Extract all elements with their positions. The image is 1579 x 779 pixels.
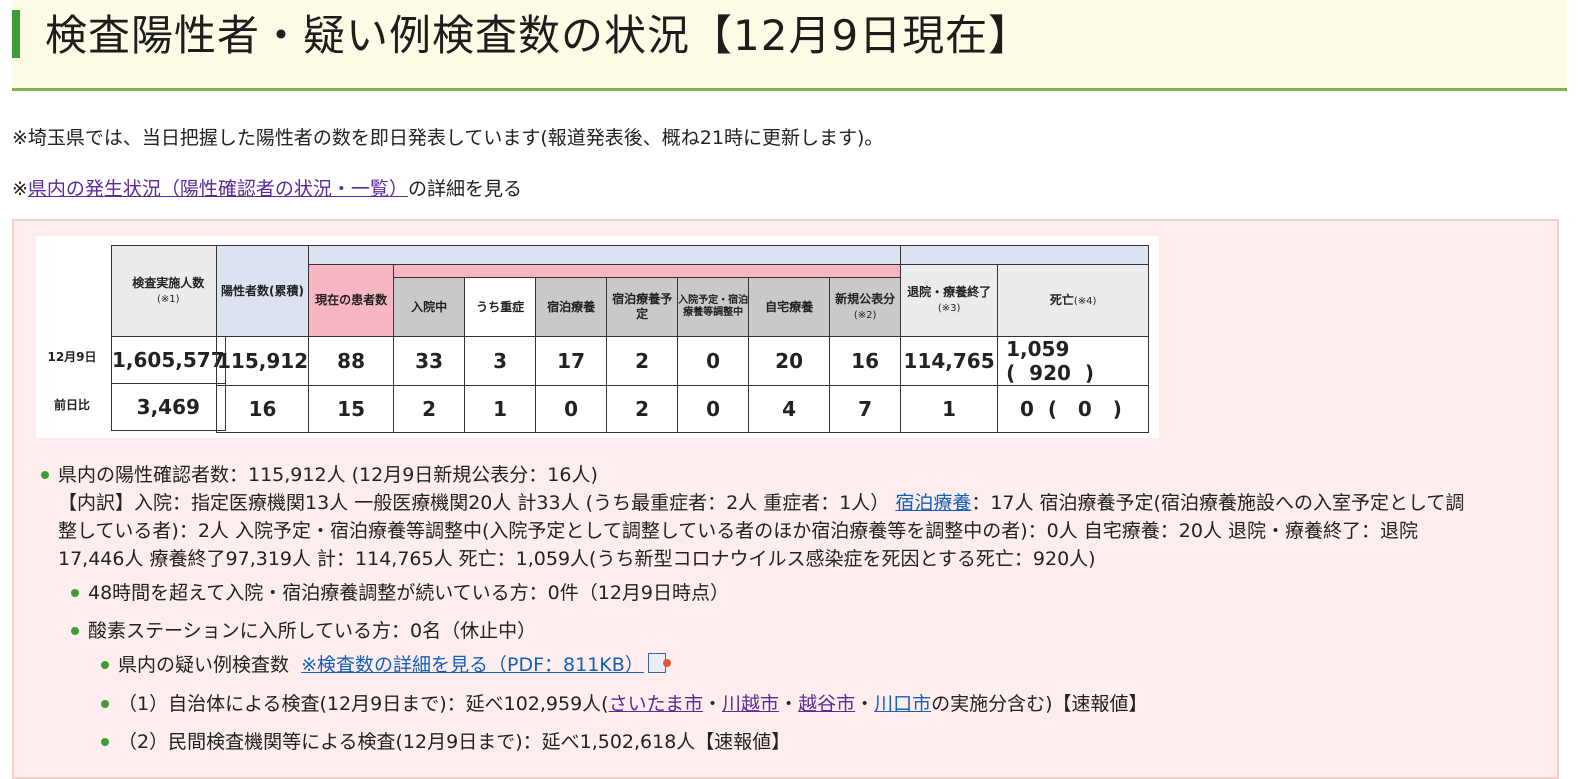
- cell-new: 16: [829, 336, 902, 386]
- header-current-patients: 現在の患者数: [308, 264, 395, 337]
- city-link-koshigaya[interactable]: 越谷市: [798, 693, 855, 715]
- table-row: 16 15 2 1 0 2 0 4 7 1 0 ( 0 ): [215, 385, 1150, 433]
- positive-summary: 県内の陽性確認者数：115,912人 (12月9日新規公表分：16人): [58, 464, 598, 486]
- cell-home-diff: 4: [748, 385, 831, 433]
- header-deaths: 死亡(※4): [997, 264, 1150, 337]
- city-link-kawaguchi[interactable]: 川口市: [874, 693, 931, 715]
- pdf-speaker-icon: [647, 653, 671, 673]
- header-new: 新規公表分 (※2): [829, 277, 902, 337]
- bullet-icon: [101, 661, 109, 669]
- header-positive-total: 陽性者数(累積): [215, 245, 310, 337]
- cell-hotel-planned: 2: [606, 336, 679, 386]
- detail-note-prefix: ※: [12, 178, 28, 200]
- title-accent-bar: [12, 10, 20, 58]
- private-tests: （2）民間検査機関等による検査(12月9日まで)：延べ1,502,618人【速報…: [118, 731, 791, 753]
- waiting-status: 48時間を超えて入院・宿泊療養調整が続いている方：0件（12月9日時点）: [88, 582, 730, 604]
- header-adjusting: 入院予定・宿泊療養等調整中: [677, 277, 750, 337]
- page-title: 検査陽性者・疑い例検査数の状況【12月9日現在】: [45, 11, 1032, 60]
- cell-hotel-diff: 0: [535, 385, 608, 433]
- cell-current: 88: [308, 336, 395, 386]
- hotel-care-link[interactable]: 宿泊療養: [895, 492, 971, 514]
- page-header: 検査陽性者・疑い例検査数の状況【12月9日現在】: [12, 0, 1567, 91]
- row-label-today: 12月9日: [47, 350, 97, 364]
- cell-discharged-diff: 1: [900, 385, 999, 433]
- cell-hospitalized: 33: [393, 336, 466, 386]
- cell-current-diff: 15: [308, 385, 395, 433]
- bullet-icon: [71, 627, 79, 635]
- cell-tests-today: 1,605,577: [111, 336, 226, 384]
- outbreak-status-link[interactable]: 県内の発生状況（陽性確認者の状況・一覧）: [28, 178, 408, 200]
- oxygen-station-status: 酸素ステーションに入所している方：0名（休止中）: [88, 620, 537, 642]
- header-tests: 検査実施人数 (※1): [111, 245, 226, 337]
- header-hotel: 宿泊療養: [535, 277, 608, 337]
- status-panel: 12月9日 前日比 検査実施人数 (※1) 1,605,577 3,469 陽性者…: [12, 219, 1559, 779]
- status-table-image: 12月9日 前日比 検査実施人数 (※1) 1,605,577 3,469 陽性者…: [36, 236, 1159, 438]
- cell-discharged: 114,765: [900, 336, 999, 386]
- cell-positive-total: 115,912: [215, 336, 310, 386]
- cell-severe: 3: [464, 336, 537, 386]
- cell-hotel: 17: [535, 336, 608, 386]
- header-severe: うち重症: [464, 277, 537, 337]
- cell-adjusting-diff: 0: [677, 385, 750, 433]
- bullet-icon: [71, 589, 79, 597]
- cell-hotel-planned-diff: 2: [606, 385, 679, 433]
- cell-tests-diff: 3,469: [111, 383, 226, 431]
- detail-note-suffix: の詳細を見る: [407, 178, 522, 200]
- table-row: 115,912 88 33 3 17 2 0 20 16 114,765 1,0…: [215, 336, 1150, 386]
- cell-new-diff: 7: [829, 385, 902, 433]
- cell-positive-total-diff: 16: [215, 385, 310, 433]
- breakdown-line-2: 整している者)：2人 入院予定・宿泊療養等調整中(入院予定として調整している者の…: [58, 520, 1419, 542]
- header-home: 自宅療養: [748, 277, 831, 337]
- breakdown-line-3: 17,446人 療養終了97,319人 計：114,765人 死亡：1,059人…: [58, 548, 1096, 570]
- tests-section-label: 県内の疑い例検査数 ※検査数の詳細を見る（PDF：811KB）: [118, 651, 671, 679]
- bullet-icon: [101, 700, 109, 708]
- bullet-icon: [41, 471, 49, 479]
- row-label-diff: 前日比: [53, 398, 90, 412]
- tests-table: 検査実施人数 (※1) 1,605,577 3,469: [111, 245, 226, 431]
- city-link-kawagoe[interactable]: 川越市: [722, 693, 779, 715]
- header-hotel-planned: 宿泊療養予定: [606, 277, 679, 337]
- bullet-icon: [101, 738, 109, 746]
- cell-hospitalized-diff: 2: [393, 385, 466, 433]
- status-table: 陽性者数(累積) 現在の患者数 退院・療養終了(※3) 死亡(※4) 入院中: [215, 245, 1150, 433]
- header-discharged: 退院・療養終了 (※3): [900, 264, 999, 337]
- city-link-saitama[interactable]: さいたま市: [609, 693, 703, 715]
- breakdown-line-1: 【内訳】入院：指定医療機関13人 一般医療機関20人 計33人 (うち最重症者：…: [58, 492, 1465, 514]
- tests-pdf-link[interactable]: ※検査数の詳細を見る（PDF：811KB）: [301, 654, 644, 676]
- cell-deaths: 1,059 ( 920 ): [997, 336, 1150, 386]
- header-hospitalized: 入院中: [393, 277, 466, 337]
- cell-home: 20: [748, 336, 831, 386]
- detail-note: ※県内の発生状況（陽性確認者の状況・一覧）の詳細を見る: [12, 174, 522, 201]
- cell-severe-diff: 1: [464, 385, 537, 433]
- page: 検査陽性者・疑い例検査数の状況【12月9日現在】 ※埼玉県では、当日把握した陽性…: [0, 0, 1579, 779]
- municipal-tests: （1）自治体による検査(12月9日まで)：延べ102,959人(さいたま市・川越…: [118, 693, 1148, 715]
- cell-deaths-diff: 0 ( 0 ): [997, 385, 1150, 433]
- update-note: ※埼玉県では、当日把握した陽性者の数を即日発表しています(報道発表後、概ね21時…: [12, 127, 884, 149]
- cell-adjusting: 0: [677, 336, 750, 386]
